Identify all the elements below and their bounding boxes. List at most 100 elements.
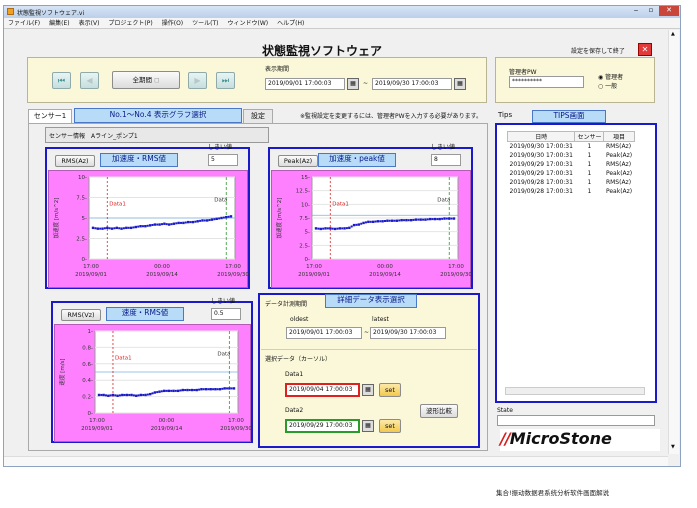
calendar-icon[interactable]: ▦ bbox=[454, 78, 466, 90]
y-tick-label: 10- bbox=[301, 202, 310, 208]
tips-annotation: TIPS画面 bbox=[532, 110, 606, 123]
minimize-button[interactable]: ‒ bbox=[629, 6, 643, 16]
data-point bbox=[118, 394, 121, 397]
compare-waveform-button[interactable]: 波形比較 bbox=[420, 404, 458, 418]
data-point bbox=[125, 393, 129, 397]
close-window-button[interactable]: ✕ bbox=[659, 6, 679, 16]
data-point bbox=[179, 389, 182, 392]
scroll-up-icon[interactable]: ▲ bbox=[671, 31, 675, 37]
next-button[interactable]: ▶ bbox=[188, 72, 207, 89]
save-exit-button[interactable]: ✕ bbox=[638, 43, 652, 56]
chart-select-dropdown[interactable]: RMS(Az) bbox=[55, 155, 95, 167]
tips-cell: 1 bbox=[587, 178, 592, 186]
chart-annotation: 加速度・RMS値 bbox=[100, 153, 178, 167]
tips-column-header[interactable]: 項目 bbox=[603, 131, 635, 142]
data-point bbox=[209, 388, 212, 391]
menu-item[interactable]: 表示(V) bbox=[79, 20, 100, 27]
tips-row[interactable]: 2019/09/29 17:00:31 1 RMS(Az) bbox=[508, 160, 635, 169]
display-period-end[interactable]: 2019/09/30 17:00:03 bbox=[372, 78, 452, 90]
data-point bbox=[202, 388, 205, 391]
data-point bbox=[132, 394, 135, 397]
vertical-scrollbar[interactable]: ▲ ▼ bbox=[668, 30, 679, 454]
menu-item[interactable]: ヘルプ(H) bbox=[277, 20, 304, 27]
calendar-icon[interactable]: ▦ bbox=[362, 420, 374, 432]
all-period-button[interactable]: 全期間 ◻ bbox=[112, 71, 180, 89]
menu-item[interactable]: ファイル(F) bbox=[8, 20, 40, 27]
tips-row[interactable]: 2019/09/29 17:00:31 1 Peak(Az) bbox=[508, 169, 635, 178]
x-tick-label: 17:00 bbox=[83, 264, 99, 270]
x-tick-label: 2019/09/14 bbox=[146, 272, 178, 278]
menu-item[interactable]: ウィンドウ(W) bbox=[228, 20, 269, 27]
data2-field[interactable]: 2019/09/29 17:00:03 bbox=[285, 419, 360, 433]
last-record-button[interactable]: ⏭ bbox=[216, 72, 235, 89]
title-bar: 状態監視ソフトウェア.vi ‒ ▫ ✕ bbox=[4, 6, 680, 18]
menu-item[interactable]: ツール(T) bbox=[192, 20, 218, 27]
role-radio-general[interactable]: ○ 一般 bbox=[598, 81, 617, 90]
data-point bbox=[218, 217, 221, 220]
data-point bbox=[419, 218, 422, 221]
data1-field[interactable]: 2019/09/04 17:00:03 bbox=[285, 383, 360, 397]
tips-cell: 1 bbox=[587, 187, 592, 195]
tips-horizontal-scrollbar[interactable] bbox=[505, 387, 645, 395]
display-period-start[interactable]: 2019/09/01 17:00:03 bbox=[265, 78, 345, 90]
threshold-input[interactable]: 5 bbox=[208, 154, 238, 166]
tab-sensor1[interactable]: センサー1 bbox=[28, 109, 72, 123]
admin-password-input[interactable]: ********** bbox=[509, 76, 584, 88]
data-point bbox=[118, 227, 121, 230]
y-tick-label: 12.5- bbox=[296, 189, 310, 195]
horizontal-scrollbar[interactable] bbox=[4, 456, 668, 466]
x-tick-label: 00:00 bbox=[154, 264, 170, 270]
menu-item[interactable]: プロジェクト(P) bbox=[108, 20, 152, 27]
data-point bbox=[153, 391, 157, 394]
tips-cell: 1 bbox=[587, 142, 592, 150]
chart-select-dropdown[interactable]: RMS(Vz) bbox=[61, 309, 101, 321]
previous-button[interactable]: ◀ bbox=[80, 72, 99, 89]
trend-chart[interactable]: 0- 2.5- 5- 7.5- 10- 加速度 [m/s^2] Data1 Data 17:00… bbox=[49, 171, 249, 289]
data1-cursor-label: Data1 bbox=[332, 202, 349, 208]
data2-label: Data2 bbox=[285, 407, 304, 414]
menu-item[interactable]: 編集(E) bbox=[49, 20, 69, 27]
y-tick-label: 0- bbox=[305, 257, 310, 263]
x-tick-label: 2019/09/30 bbox=[440, 272, 472, 278]
data-point bbox=[371, 220, 375, 224]
tab-settings[interactable]: 設定 bbox=[243, 109, 273, 123]
data-point bbox=[376, 220, 380, 223]
tips-row[interactable]: 2019/09/30 17:00:31 1 Peak(Az) bbox=[508, 151, 635, 160]
tips-cell: RMS(Az) bbox=[605, 178, 632, 186]
threshold-input[interactable]: 0.5 bbox=[211, 308, 241, 320]
data-point bbox=[137, 394, 140, 397]
tips-column-header[interactable]: 日時 bbox=[506, 131, 576, 142]
y-tick-label: 0- bbox=[82, 257, 87, 263]
role-radio-admin[interactable]: ◉ 管理者 bbox=[598, 72, 623, 81]
data-point bbox=[384, 220, 386, 223]
trend-chart[interactable]: 0- 0.2- 0.4- 0.6- 0.8- 1- 速度 [m/s] Data1 Data 17:… bbox=[55, 325, 252, 443]
calendar-icon[interactable]: ▦ bbox=[347, 78, 359, 90]
tab-notice: ※監視設定を変更するには、管理者PWを入力する必要があります。 bbox=[300, 113, 482, 120]
y-tick-label: 7.5- bbox=[299, 216, 310, 222]
set-data2-button[interactable]: set bbox=[379, 419, 401, 433]
calendar-icon[interactable]: ▦ bbox=[362, 384, 374, 396]
all-period-label: 全期間 bbox=[132, 76, 153, 84]
tips-row[interactable]: 2019/09/28 17:00:31 1 Peak(Az) bbox=[508, 187, 635, 196]
threshold-input[interactable]: 8 bbox=[431, 154, 461, 166]
chart-select-dropdown[interactable]: Peak(Az) bbox=[278, 155, 318, 167]
data-point bbox=[172, 389, 175, 393]
tips-row[interactable]: 2019/09/28 17:00:31 1 RMS(Az) bbox=[508, 178, 635, 187]
menu-item[interactable]: 操作(O) bbox=[162, 20, 183, 27]
data-point bbox=[338, 227, 341, 230]
trend-chart[interactable]: 0- 2.5- 5- 7.5- 10- 12.5- 15- 加速度 [m/s^2] Data1 D… bbox=[272, 171, 472, 289]
data-point bbox=[165, 223, 168, 226]
logo-text: MicroStone bbox=[509, 429, 612, 448]
x-tick-label: 17:00 bbox=[228, 418, 244, 424]
maximize-button[interactable]: ▫ bbox=[644, 6, 658, 16]
data-point bbox=[229, 215, 233, 218]
tips-row[interactable]: 2019/09/30 17:00:31 1 RMS(Az) bbox=[508, 142, 635, 151]
tips-column-header[interactable]: センサー bbox=[574, 131, 605, 142]
scroll-down-icon[interactable]: ▼ bbox=[671, 444, 675, 450]
data-point bbox=[352, 223, 356, 227]
data-point bbox=[403, 219, 406, 222]
set-data1-button[interactable]: set bbox=[379, 383, 401, 397]
x-tick-label: 17:00 bbox=[306, 264, 322, 270]
data-point bbox=[144, 225, 147, 228]
first-record-button[interactable]: ⏮ bbox=[52, 72, 71, 89]
